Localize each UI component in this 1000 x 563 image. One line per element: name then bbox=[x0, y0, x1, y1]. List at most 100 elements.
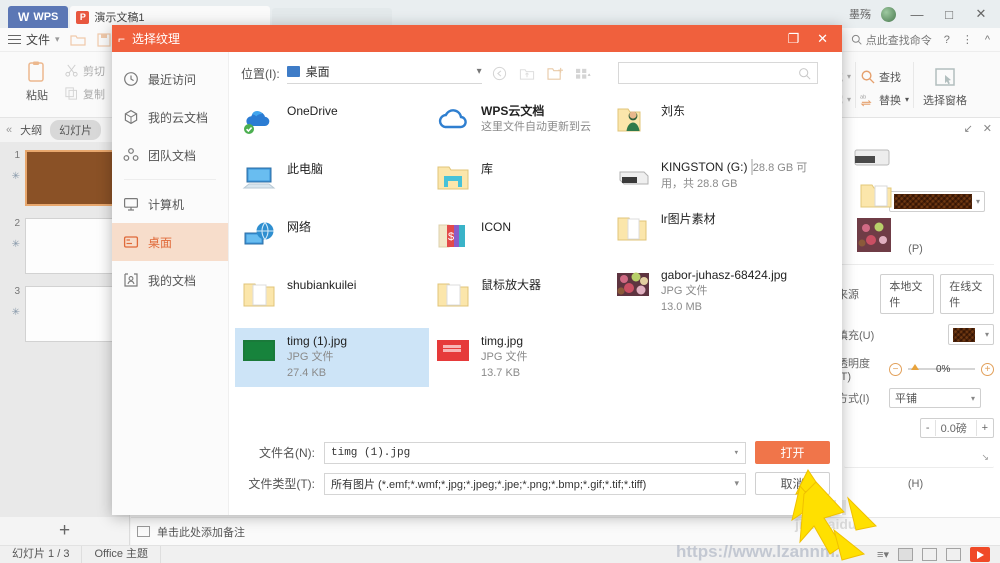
offset-decrease[interactable]: - bbox=[921, 422, 935, 434]
list-item[interactable]: 此电脑 bbox=[235, 156, 429, 200]
location-value: 桌面 bbox=[305, 64, 330, 79]
sidebar-item-my-docs[interactable]: 我的文档 bbox=[112, 261, 228, 299]
filename-input[interactable]: timg (1).jpg ▾ bbox=[324, 441, 746, 464]
sidebar-item-computer[interactable]: 计算机 bbox=[112, 185, 228, 223]
outline-tab[interactable]: 大纲 bbox=[20, 122, 42, 138]
offset-stepper[interactable]: - 0.0磅 + bbox=[919, 418, 994, 438]
offset-increase[interactable]: + bbox=[977, 422, 993, 434]
find-button[interactable]: 查找 bbox=[860, 69, 909, 85]
slide-thumbnail[interactable] bbox=[25, 218, 117, 274]
sidebar-item-cloud-docs[interactable]: 我的云文档 bbox=[112, 98, 228, 136]
slider-thumb[interactable] bbox=[911, 364, 919, 370]
list-item[interactable]: OneDrive bbox=[235, 98, 429, 142]
command-search[interactable]: 点此查找命令 bbox=[851, 32, 932, 48]
dialog-search-input[interactable] bbox=[618, 62, 818, 84]
slide-thumbnail[interactable] bbox=[25, 150, 117, 206]
list-item[interactable]: 网络 bbox=[235, 214, 429, 258]
slider-increase-button[interactable]: + bbox=[981, 362, 994, 376]
slide-number-label: 1 bbox=[14, 150, 20, 161]
list-item[interactable]: timg.jpg JPG 文件 13.7 KB bbox=[429, 328, 619, 387]
extra-select[interactable]: ↘ bbox=[844, 448, 994, 468]
location-combobox[interactable]: 桌面 ▾ bbox=[286, 63, 482, 84]
close-button[interactable]: ✕ bbox=[970, 6, 992, 22]
list-item[interactable]: WPS云文档 这里文件自动更新到云 bbox=[429, 98, 619, 142]
dialog-close-button[interactable]: ✕ bbox=[817, 32, 828, 45]
more-button[interactable]: ⋮ bbox=[962, 33, 973, 46]
list-item[interactable]: gabor-juhasz-68424.jpg JPG 文件 13.0 MB bbox=[609, 262, 819, 321]
fill-swatch-select[interactable]: ▾ bbox=[948, 324, 994, 345]
reading-view-button[interactable] bbox=[946, 548, 961, 561]
local-file-button[interactable]: 本地文件 bbox=[880, 274, 935, 314]
filetype-select[interactable]: 所有图片 (*.emf;*.wmf;*.jpg;*.jpeg;*.jpe;*.p… bbox=[324, 472, 746, 495]
select-texture-dialog[interactable]: ⌐ 选择纹理 ❐ ✕ 最近访问 我的云文档 团队文档 计算机 桌面 我的文档 位… bbox=[112, 25, 842, 515]
dialog-maximize-button[interactable]: ❐ bbox=[787, 32, 799, 45]
slide-thumbnail-pane[interactable]: 1 ✳ 2 ✳ 3 ✳ bbox=[0, 142, 130, 517]
selection-pane-button[interactable]: 选择窗格 bbox=[918, 61, 972, 108]
paste-button[interactable]: 粘贴 bbox=[16, 56, 58, 103]
save-icon[interactable] bbox=[96, 32, 112, 48]
view-mode-icon[interactable] bbox=[573, 64, 594, 83]
file-list[interactable]: OneDrive 此电脑 网络 shubiankuilei timg (1).j… bbox=[229, 90, 842, 433]
cut-button[interactable]: 剪切 bbox=[64, 63, 105, 79]
notes-pane[interactable]: 单击此处添加备注 bbox=[131, 517, 1000, 545]
sidebar-label: 团队文档 bbox=[148, 148, 197, 163]
list-item[interactable]: 刘东 bbox=[609, 98, 819, 142]
open-folder-icon[interactable] bbox=[69, 32, 86, 48]
slide-thumbnail[interactable] bbox=[25, 286, 117, 342]
slide-layout-icon: ✳ bbox=[11, 171, 20, 182]
list-item-selected[interactable]: timg (1).jpg JPG 文件 27.4 KB bbox=[235, 328, 429, 387]
list-item[interactable]: shubiankuilei bbox=[235, 272, 429, 316]
theme-status: Office 主题 bbox=[82, 546, 162, 563]
transparency-slider[interactable]: 0% bbox=[908, 364, 975, 375]
view-list-icon[interactable]: ≡▾ bbox=[877, 548, 889, 561]
slide-item[interactable]: 3 ✳ bbox=[6, 286, 123, 342]
list-item[interactable]: KINGSTON (G:) 28.8 GB 可用，共 28.8 GB bbox=[609, 154, 819, 198]
add-slide-button[interactable]: + bbox=[0, 517, 130, 545]
slide-item[interactable]: 2 ✳ bbox=[6, 218, 123, 274]
wps-home-tab[interactable]: W WPS bbox=[8, 6, 69, 28]
panel-close-icon[interactable]: ✕ bbox=[983, 122, 992, 135]
title-bar: W WPS P 演示文稿1 墨殇 — □ ✕ bbox=[0, 0, 1000, 28]
list-item[interactable]: lr图片素材 bbox=[609, 206, 819, 250]
list-item[interactable]: 鼠标放大器 bbox=[429, 272, 619, 316]
slides-tab[interactable]: 幻灯片 bbox=[50, 120, 102, 140]
offset-value[interactable]: 0.0磅 bbox=[934, 420, 977, 436]
replace-button[interactable]: ab 替换 ▾ bbox=[860, 92, 909, 108]
list-item[interactable]: $ ICON bbox=[429, 214, 619, 258]
collapse-ribbon-button[interactable]: ^ bbox=[985, 34, 990, 46]
file-menu-button[interactable]: 文件 ▾ bbox=[8, 31, 60, 48]
tab-strip: W WPS P 演示文稿1 bbox=[0, 0, 393, 28]
filename-label: 文件名(N): bbox=[259, 446, 315, 460]
normal-view-button[interactable] bbox=[898, 548, 913, 561]
open-button[interactable]: 打开 bbox=[755, 441, 830, 464]
slide-sorter-button[interactable] bbox=[922, 548, 937, 561]
texture-swatch-select[interactable]: ▾ bbox=[889, 191, 985, 212]
mode-select[interactable]: 平铺 ▾ bbox=[889, 388, 981, 408]
back-icon[interactable] bbox=[489, 64, 510, 83]
panel-undock-icon[interactable]: ↙ bbox=[964, 122, 973, 135]
list-item[interactable]: 库 bbox=[429, 156, 619, 200]
file-name: 鼠标放大器 bbox=[481, 278, 542, 292]
new-folder-icon[interactable] bbox=[545, 64, 566, 83]
team-icon bbox=[123, 148, 139, 161]
online-file-button[interactable]: 在线文件 bbox=[940, 274, 995, 314]
slider-decrease-button[interactable]: − bbox=[889, 362, 902, 376]
sidebar-item-recent[interactable]: 最近访问 bbox=[112, 60, 228, 98]
up-folder-icon[interactable] bbox=[517, 64, 538, 83]
copy-button[interactable]: 复制 bbox=[64, 86, 105, 102]
avatar[interactable] bbox=[881, 6, 896, 22]
maximize-button[interactable]: □ bbox=[938, 7, 960, 22]
editing-group: 查找 ab 替换 ▾ bbox=[860, 62, 909, 108]
slideshow-button[interactable] bbox=[970, 547, 990, 562]
slide-number-label: 3 bbox=[14, 286, 20, 297]
wps-cloud-icon bbox=[436, 104, 470, 136]
slide-item[interactable]: 1 ✳ bbox=[6, 150, 123, 206]
sidebar-item-team-docs[interactable]: 团队文档 bbox=[112, 136, 228, 174]
minimize-button[interactable]: — bbox=[906, 7, 928, 22]
sidebar-item-desktop[interactable]: 桌面 bbox=[112, 223, 228, 261]
collapse-pane-icon[interactable]: « bbox=[6, 124, 12, 136]
file-size: 13.7 KB bbox=[481, 367, 521, 379]
help-button[interactable]: ? bbox=[944, 34, 950, 46]
dialog-body: 最近访问 我的云文档 团队文档 计算机 桌面 我的文档 位置(I): 桌面 ▾ … bbox=[112, 52, 842, 515]
photo-preview-icon bbox=[857, 218, 891, 255]
